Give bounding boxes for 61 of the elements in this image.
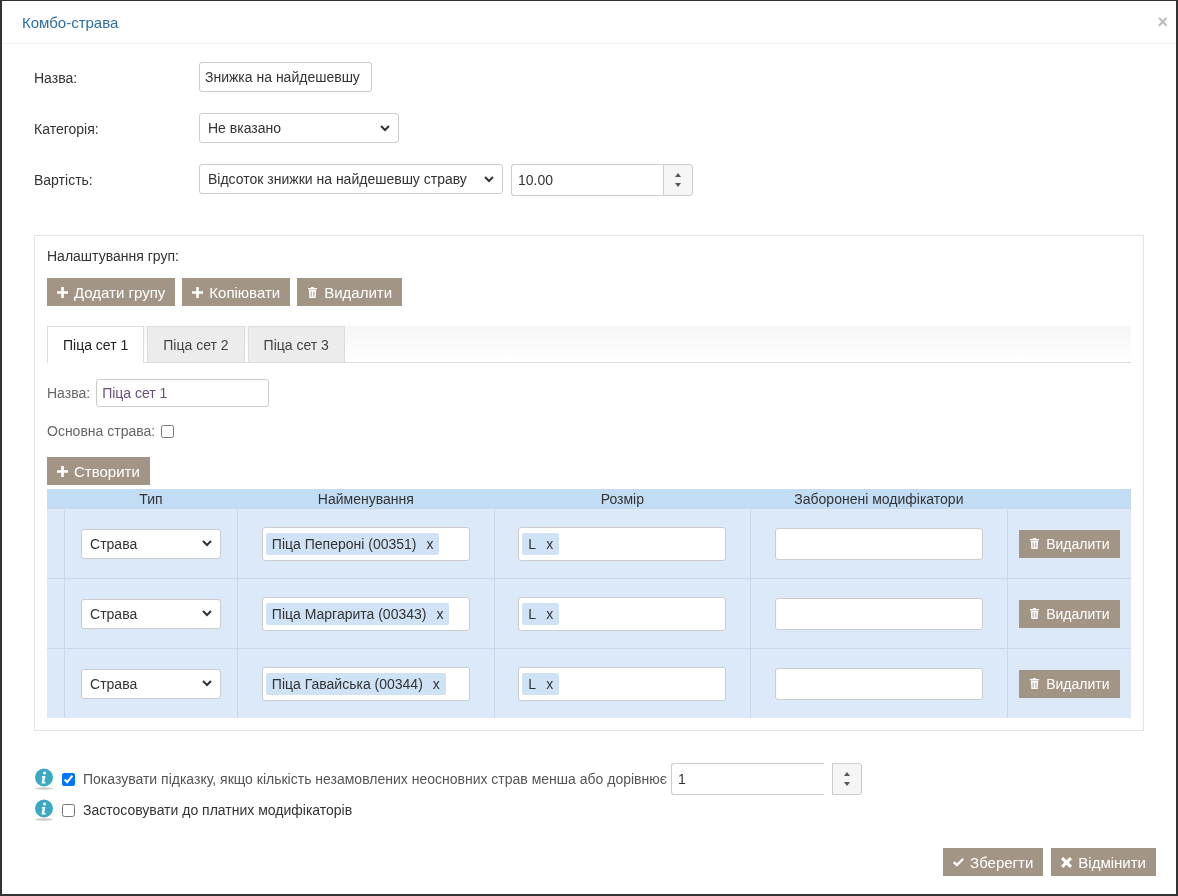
spinner-arrows-icon[interactable] <box>663 164 693 196</box>
option-label: Застосовувати до платних модифікаторів <box>83 802 353 818</box>
size-tag-field[interactable]: L x <box>518 596 727 631</box>
dish-tag-field[interactable]: Піца Пепероні (00351) x <box>261 526 470 561</box>
tab[interactable]: Піца сет 3 <box>247 326 345 362</box>
dish-tag-field[interactable]: Піца Гавайська (00344) x <box>261 666 470 701</box>
column-header: Заборонені модифікатори <box>794 490 964 507</box>
dish-tag[interactable]: Піца Маргарита (00343) x <box>265 602 450 625</box>
chevron-down-icon <box>202 680 213 687</box>
info-icon <box>34 799 54 821</box>
dish-tag[interactable]: Піца Гавайська (00344) x <box>265 672 446 695</box>
field-label: Категорія: <box>34 120 100 137</box>
check-icon <box>953 856 965 868</box>
column-header: Тип <box>139 490 163 507</box>
option-label: Показувати підказку, якщо кількість незамовлених неосновних страв менша або дорівнює <box>83 771 667 787</box>
name-input[interactable]: Знижка на найдешевшу <box>199 62 372 92</box>
plus-icon <box>57 465 68 477</box>
trash-icon <box>1029 678 1041 689</box>
plus-icon <box>57 286 68 298</box>
checkbox[interactable] <box>62 772 75 786</box>
checkbox-label: Основна страва: <box>47 423 156 439</box>
field-label: Назва: <box>47 385 91 401</box>
chevron-down-icon <box>484 175 494 183</box>
trash-icon <box>307 286 319 298</box>
modifiers-input[interactable] <box>774 527 983 560</box>
plus-icon <box>192 286 204 298</box>
section-title: Налаштування груп: <box>47 248 180 264</box>
type-select[interactable]: Страва <box>81 528 222 559</box>
dialog-title: Комбо-страва <box>22 13 119 31</box>
cost-type-select[interactable]: Відсоток знижки на найдешевшу страву <box>199 164 503 194</box>
spinner-arrows-icon[interactable] <box>831 763 862 795</box>
amount-input[interactable]: 10.00 <box>511 164 663 196</box>
category-select[interactable]: Не вказано <box>199 113 399 143</box>
column-header: Розмір <box>600 490 644 507</box>
trash-icon <box>1029 608 1041 619</box>
checkbox[interactable] <box>161 424 175 438</box>
group-name-input[interactable]: Піца сет 1 <box>96 379 270 407</box>
cross-icon <box>1061 856 1073 868</box>
size-tag[interactable]: L x <box>522 672 560 695</box>
size-tag-field[interactable]: L x <box>518 666 727 701</box>
info-icon <box>34 768 54 790</box>
chevron-down-icon <box>202 540 213 547</box>
type-select[interactable]: Страва <box>81 598 222 629</box>
checkbox[interactable] <box>62 803 75 817</box>
count-input[interactable]: 1 <box>670 763 824 795</box>
chevron-down-icon <box>202 610 213 617</box>
modifiers-input[interactable] <box>774 597 983 630</box>
dish-tag[interactable]: Піца Пепероні (00351) x <box>265 532 440 555</box>
field-label: Вартість: <box>34 171 94 188</box>
chevron-down-icon <box>380 124 390 132</box>
tab[interactable]: Піца сет 1 <box>47 326 145 363</box>
modifiers-input[interactable] <box>774 667 983 700</box>
type-select[interactable]: Страва <box>81 668 222 699</box>
trash-icon <box>1029 538 1041 549</box>
size-tag-field[interactable]: L x <box>518 526 727 561</box>
dish-tag-field[interactable]: Піца Маргарита (00343) x <box>261 596 470 631</box>
column-header: Найменування <box>317 490 414 507</box>
size-tag[interactable]: L x <box>522 532 560 555</box>
field-label: Назва: <box>34 69 79 86</box>
size-tag[interactable]: L x <box>522 602 560 625</box>
tab[interactable]: Піца сет 2 <box>147 326 245 362</box>
